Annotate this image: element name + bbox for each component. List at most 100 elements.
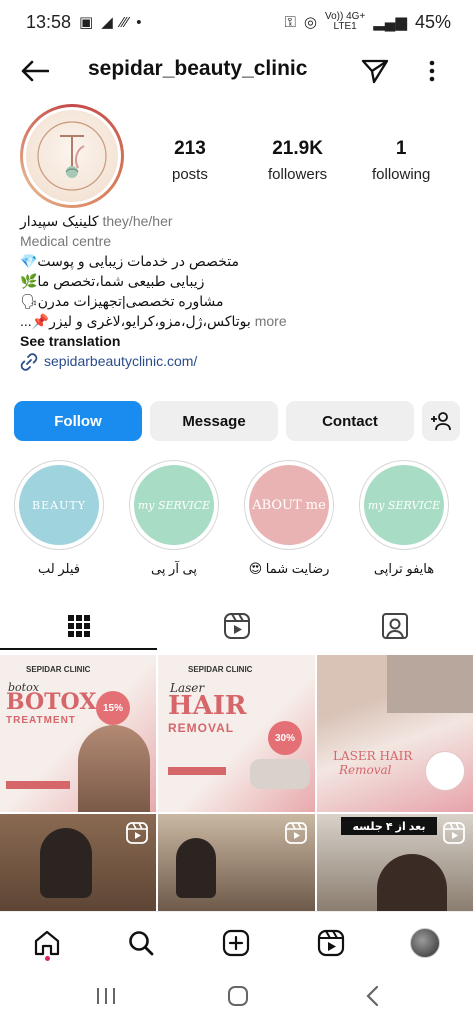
person-image: [40, 828, 92, 898]
highlight-label: رضایت شما 😍: [248, 561, 330, 576]
following-label: following: [372, 166, 431, 183]
highlight-hifu[interactable]: my SERVICE هایفو تراپی: [356, 460, 452, 577]
bio-line-4: بوتاکس،ژل،مزو،کرایو،لاغری و لیزر📌...: [20, 313, 251, 329]
cta-bar: [6, 781, 70, 789]
bottom-navigation: [0, 911, 473, 971]
website-url: sepidarbeautyclinic.com/: [44, 353, 198, 370]
post-subtitle: REMOVAL: [168, 721, 235, 735]
hotspot-icon: ◎: [303, 13, 317, 31]
profile-username: sepidar_beauty_clinic: [88, 57, 308, 80]
reel-1[interactable]: [0, 814, 156, 911]
category: Medical centre: [20, 233, 112, 249]
post-botox[interactable]: SEPIDAR CLINIC botox BOTOX TREATMENT 15%: [0, 655, 156, 812]
profile-bio: کلینیک سپیدار they/he/her Medical centre…: [20, 212, 460, 372]
clinic-logo: [26, 110, 118, 202]
network-indicator: Vo)) 4G+ LTE1: [325, 12, 365, 32]
bio-more-link[interactable]: more: [255, 313, 287, 329]
recent-apps-button[interactable]: [86, 981, 126, 1011]
bio-name-row: کلینیک سپیدار they/he/her: [20, 212, 460, 232]
home-button[interactable]: [218, 981, 258, 1011]
highlight-label: پی آر پی: [150, 561, 198, 576]
direct-message-button[interactable]: [360, 54, 390, 88]
post-laser-hair[interactable]: LASER HAIR Removal: [317, 655, 473, 812]
tab-posts-grid[interactable]: [0, 602, 157, 650]
highlight-cover: ABOUT me: [249, 465, 329, 545]
discount-badge: 30%: [268, 721, 302, 755]
posts-label: posts: [172, 166, 208, 183]
search-icon: [129, 931, 154, 956]
recent-apps-icon: [97, 988, 115, 1004]
back-arrow-icon: [21, 60, 49, 82]
grid-icon: [67, 615, 90, 637]
website-link[interactable]: sepidarbeautyclinic.com/: [20, 352, 460, 372]
followers-label: followers: [268, 166, 328, 183]
clinic-logo-small: [425, 751, 465, 791]
tab-reels[interactable]: [158, 602, 315, 650]
story-highlights: BEAUTY فیلر لب my SERVICE پی آر پی ABOUT…: [0, 460, 473, 580]
status-right: ⚿ ◎ Vo)) 4G+ LTE1 ▂▄▆ 45%: [284, 12, 451, 33]
reels-icon: [223, 613, 250, 639]
bio-line-2: زیبایی طبیعی شما،تخصص ما🌿: [20, 273, 205, 289]
see-translation-link[interactable]: See translation: [20, 332, 460, 352]
cell-signal-icon: ▂▄▆: [373, 13, 407, 31]
tagged-user-icon: [381, 613, 408, 639]
status-bar: 13:58 ▣ ◢ ⁄⁄⁄ • ⚿ ◎ Vo)) 4G+ LTE1 ▂▄▆ 45…: [0, 0, 473, 44]
face-image: [78, 725, 150, 812]
nav-profile[interactable]: [408, 926, 442, 960]
stat-followers[interactable]: 21.9K followers: [268, 138, 327, 183]
profile-avatar[interactable]: [20, 104, 124, 208]
more-options-button[interactable]: [420, 54, 444, 88]
home-icon: [34, 930, 60, 956]
highlight-lip-filler[interactable]: BEAUTY فیلر لب: [11, 460, 107, 577]
nav-search[interactable]: [124, 926, 158, 960]
post-subtitle: TREATMENT: [6, 715, 76, 726]
reel-2[interactable]: [158, 814, 315, 911]
post-brand: SEPIDAR CLINIC: [26, 665, 91, 674]
person-image: [176, 838, 216, 898]
treatment-photo: [387, 655, 473, 713]
contact-button[interactable]: Contact: [286, 401, 414, 441]
tab-tagged[interactable]: [316, 602, 473, 650]
post-title: LASER HAIR: [333, 749, 413, 763]
reel-icon: [443, 822, 465, 844]
home-circle-icon: [228, 986, 248, 1006]
highlight-cover: my SERVICE: [364, 465, 444, 545]
cta-bar: [168, 767, 226, 775]
nav-create[interactable]: [219, 926, 253, 960]
back-system-button[interactable]: [352, 981, 392, 1011]
highlight-cover: BEAUTY: [19, 465, 99, 545]
highlight-label: هایفو تراپی: [373, 561, 435, 576]
suggested-accounts-button[interactable]: [422, 401, 460, 441]
device-image: [250, 759, 310, 789]
dot-icon: •: [136, 13, 142, 31]
reel-icon: [126, 822, 148, 844]
stat-following[interactable]: 1 following: [372, 138, 430, 183]
post-laser-hair-removal[interactable]: SEPIDAR CLINIC Laser HAIR REMOVAL 30%: [158, 655, 315, 812]
followers-count: 21.9K: [272, 138, 323, 159]
bio-line-3: مشاوره تخصصی|تجهیزات مدرن🗣: [20, 293, 224, 309]
add-person-icon: [431, 412, 451, 431]
message-button[interactable]: Message: [150, 401, 278, 441]
gallery-icon: ▣: [79, 13, 94, 31]
status-left: 13:58 ▣ ◢ ⁄⁄⁄ •: [26, 12, 142, 33]
nav-home[interactable]: [30, 926, 64, 960]
active-tab-indicator: [0, 648, 157, 650]
reel-3[interactable]: بعد از ۴ جلسه: [317, 814, 473, 911]
status-time: 13:58: [26, 11, 72, 32]
profile-tabs: [0, 602, 473, 650]
back-button[interactable]: [18, 54, 52, 88]
network-bottom: LTE1: [333, 21, 357, 32]
nav-reels[interactable]: [314, 926, 348, 960]
notification-dot: [45, 956, 50, 961]
display-name: کلینیک سپیدار: [20, 213, 99, 229]
hair-image: [377, 854, 447, 911]
follow-button[interactable]: Follow: [14, 401, 142, 441]
posts-grid: SEPIDAR CLINIC botox BOTOX TREATMENT 15%…: [0, 655, 473, 911]
highlight-label: فیلر لب: [38, 561, 80, 576]
stat-posts[interactable]: 213 posts: [172, 138, 208, 183]
highlight-satisfaction[interactable]: ABOUT me رضایت شما 😍: [241, 460, 337, 577]
highlight-prp[interactable]: my SERVICE پی آر پی: [126, 460, 222, 577]
reel-icon: [285, 822, 307, 844]
link-icon: [20, 353, 38, 371]
create-post-icon: [222, 929, 250, 957]
